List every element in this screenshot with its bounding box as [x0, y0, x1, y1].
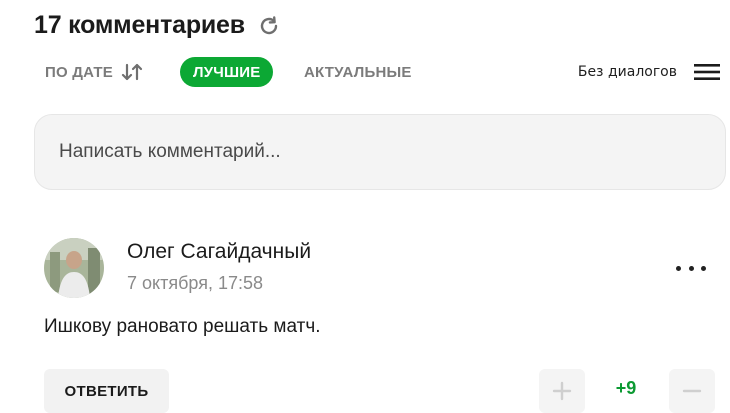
upvote-button[interactable]	[539, 369, 585, 413]
avatar[interactable]	[44, 238, 104, 298]
plus-icon	[552, 381, 572, 401]
sort-arrows-icon	[121, 62, 143, 82]
comment-input[interactable]: Написать комментарий...	[34, 114, 726, 190]
refresh-icon[interactable]	[257, 14, 281, 38]
comment-input-placeholder: Написать комментарий...	[59, 141, 281, 162]
comment-author[interactable]: Олег Сагайдачный	[127, 240, 311, 264]
sort-actual-tab[interactable]: АКТУАЛЬНЫЕ	[304, 57, 412, 87]
dialog-mode-label: Без диалогов	[577, 64, 677, 80]
minus-icon	[682, 389, 702, 393]
comments-header: 17 комментариев	[34, 11, 281, 40]
more-options-icon[interactable]	[676, 256, 706, 280]
hamburger-icon[interactable]	[693, 62, 721, 82]
sort-bar: ПО ДАТЕ ЛУЧШИЕ АКТУАЛЬНЫЕ Без диалогов	[45, 57, 730, 87]
downvote-button[interactable]	[669, 369, 715, 413]
sort-best-tab[interactable]: ЛУЧШИЕ	[180, 57, 274, 87]
reply-button[interactable]: ОТВЕТИТЬ	[44, 369, 169, 413]
comments-title: 17 комментариев	[34, 11, 245, 39]
comment-score: +9	[615, 378, 637, 398]
dialog-mode-toggle[interactable]: Без диалогов	[578, 57, 721, 87]
sort-by-date-tab[interactable]: ПО ДАТЕ	[45, 57, 143, 87]
comment-text: Ишкову рановато решать матч.	[44, 316, 321, 337]
comment-timestamp: 7 октября, 17:58	[127, 273, 264, 293]
sort-by-date-label: ПО ДАТЕ	[45, 63, 113, 81]
